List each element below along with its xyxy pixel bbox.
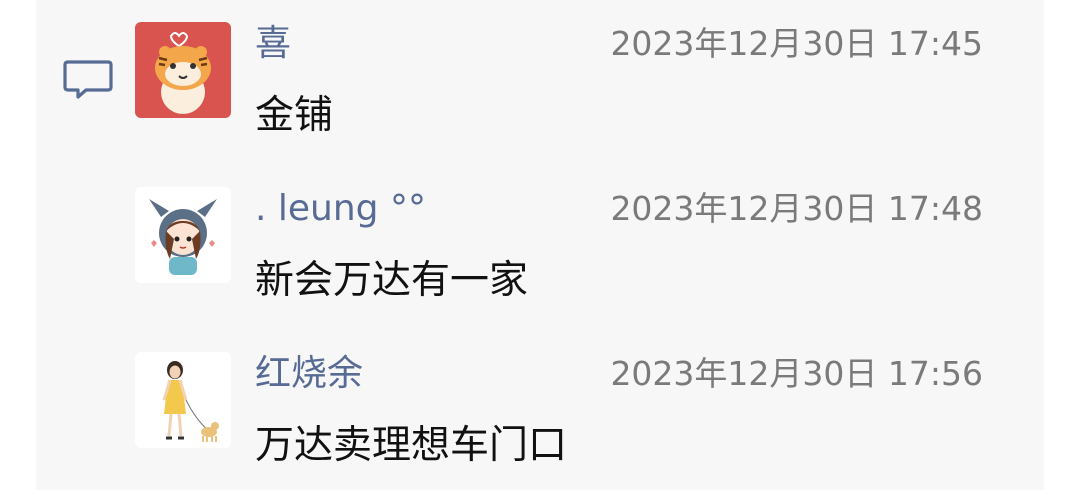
comment-item[interactable]: 喜 2023年12月30日 17:45 金铺	[135, 22, 1015, 172]
girl-with-dog-avatar[interactable]	[135, 352, 231, 448]
comment-timestamp: 2023年12月30日 17:48	[610, 189, 983, 228]
comment-text: 新会万达有一家	[255, 258, 529, 303]
author-name[interactable]: . leung °°	[255, 187, 426, 231]
author-name[interactable]: 红烧余	[255, 352, 363, 396]
comment-timestamp: 2023年12月30日 17:45	[610, 24, 983, 63]
comment-item[interactable]: 红烧余 2023年12月30日 17:56 万达卖理想车门口	[135, 352, 1015, 502]
comment-text: 万达卖理想车门口	[255, 423, 568, 468]
comment-text: 金铺	[255, 93, 334, 138]
tiger-cartoon-avatar[interactable]	[135, 22, 231, 118]
speech-bubble-icon	[62, 59, 114, 101]
girl-bunny-hood-avatar[interactable]	[135, 187, 231, 283]
comment-item[interactable]: . leung °° 2023年12月30日 17:48 新会万达有一家	[135, 187, 1015, 337]
author-name[interactable]: 喜	[255, 22, 291, 66]
comment-timestamp: 2023年12月30日 17:56	[610, 354, 983, 393]
